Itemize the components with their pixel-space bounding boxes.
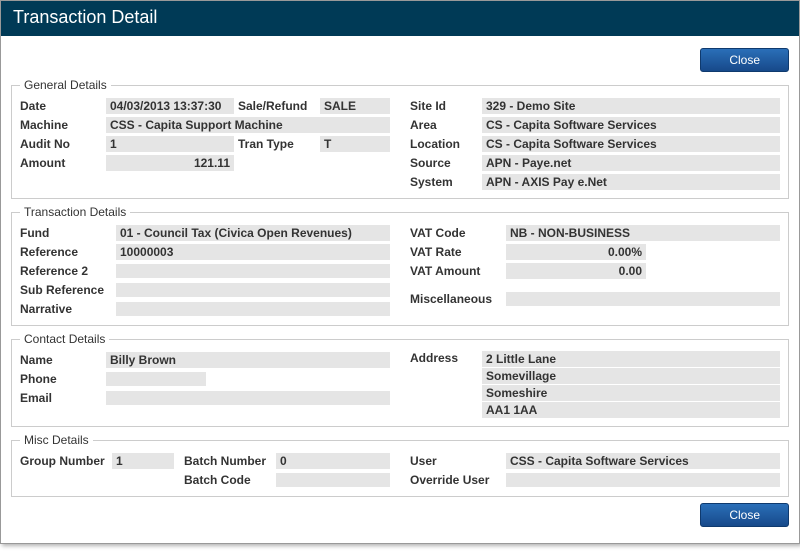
value-address: 2 Little Lane Somevillage Someshire AA1 … — [482, 351, 780, 419]
value-vat-amount: 0.00 — [506, 263, 646, 279]
label-vat-code: VAT Code — [410, 226, 506, 240]
address-line-1: 2 Little Lane — [482, 351, 780, 367]
value-sale-refund: SALE — [320, 98, 390, 114]
close-button-top[interactable]: Close — [700, 48, 789, 72]
value-area: CS - Capita Software Services — [482, 117, 780, 133]
label-location: Location — [410, 137, 482, 151]
label-fund: Fund — [20, 226, 116, 240]
label-area: Area — [410, 118, 482, 132]
label-amount: Amount — [20, 156, 106, 170]
label-machine: Machine — [20, 118, 106, 132]
general-details-legend: General Details — [20, 78, 111, 92]
value-source: APN - Paye.net — [482, 155, 780, 171]
value-reference: 10000003 — [116, 244, 390, 260]
transaction-details-legend: Transaction Details — [20, 205, 130, 219]
label-reference: Reference — [20, 245, 116, 259]
label-group-number: Group Number — [20, 454, 112, 468]
label-phone: Phone — [20, 372, 106, 386]
value-user: CSS - Capita Software Services — [506, 453, 780, 469]
label-name: Name — [20, 353, 106, 367]
address-line-3: Someshire — [482, 385, 780, 401]
value-tran-type: T — [320, 136, 390, 152]
value-miscellaneous — [506, 292, 780, 306]
label-sub-reference: Sub Reference — [20, 283, 116, 297]
value-reference2 — [116, 264, 390, 278]
misc-details-panel: Misc Details Group Number 1 Batch Number… — [11, 433, 789, 497]
address-line-2: Somevillage — [482, 368, 780, 384]
value-location: CS - Capita Software Services — [482, 136, 780, 152]
label-address: Address — [410, 351, 482, 365]
bottom-button-row: Close — [11, 503, 789, 527]
value-vat-rate: 0.00% — [506, 244, 646, 260]
value-name: Billy Brown — [106, 352, 390, 368]
window-title: Transaction Detail — [1, 1, 799, 36]
window-content: Close General Details Date 04/03/2013 13… — [1, 36, 799, 543]
label-miscellaneous: Miscellaneous — [410, 292, 506, 306]
label-narrative: Narrative — [20, 302, 116, 316]
value-narrative — [116, 302, 390, 316]
value-sub-reference — [116, 283, 390, 297]
address-line-4: AA1 1AA — [482, 402, 780, 418]
transaction-details-panel: Transaction Details Fund 01 - Council Ta… — [11, 205, 789, 326]
transaction-detail-window: Transaction Detail Close General Details… — [0, 0, 800, 544]
misc-details-legend: Misc Details — [20, 433, 93, 447]
label-tran-type: Tran Type — [238, 137, 320, 151]
label-source: Source — [410, 156, 482, 170]
value-audit-no: 1 — [106, 136, 234, 152]
value-machine: CSS - Capita Support Machine — [106, 117, 390, 133]
value-batch-number: 0 — [276, 453, 390, 469]
value-batch-code — [276, 473, 390, 487]
label-vat-amount: VAT Amount — [410, 264, 506, 278]
label-override-user: Override User — [410, 473, 506, 487]
close-button-bottom[interactable]: Close — [700, 503, 789, 527]
general-details-panel: General Details Date 04/03/2013 13:37:30… — [11, 78, 789, 199]
label-batch-number: Batch Number — [184, 454, 276, 468]
label-reference2: Reference 2 — [20, 264, 116, 278]
value-amount: 121.11 — [106, 155, 234, 171]
value-group-number: 1 — [112, 453, 174, 469]
contact-details-legend: Contact Details — [20, 332, 109, 346]
value-override-user — [506, 473, 780, 487]
label-system: System — [410, 175, 482, 189]
label-batch-code: Batch Code — [184, 473, 276, 487]
label-date: Date — [20, 99, 106, 113]
label-audit-no: Audit No — [20, 137, 106, 151]
label-sale-refund: Sale/Refund — [238, 99, 320, 113]
value-site-id: 329 - Demo Site — [482, 98, 780, 114]
value-date: 04/03/2013 13:37:30 — [106, 98, 234, 114]
value-vat-code: NB - NON-BUSINESS — [506, 225, 780, 241]
top-button-row: Close — [11, 48, 789, 72]
label-vat-rate: VAT Rate — [410, 245, 506, 259]
label-user: User — [410, 454, 506, 468]
label-site-id: Site Id — [410, 99, 482, 113]
label-email: Email — [20, 391, 106, 405]
contact-details-panel: Contact Details Name Billy Brown Phone E… — [11, 332, 789, 427]
value-fund: 01 - Council Tax (Civica Open Revenues) — [116, 225, 390, 241]
value-phone — [106, 372, 206, 386]
value-system: APN - AXIS Pay e.Net — [482, 174, 780, 190]
value-email — [106, 391, 390, 405]
